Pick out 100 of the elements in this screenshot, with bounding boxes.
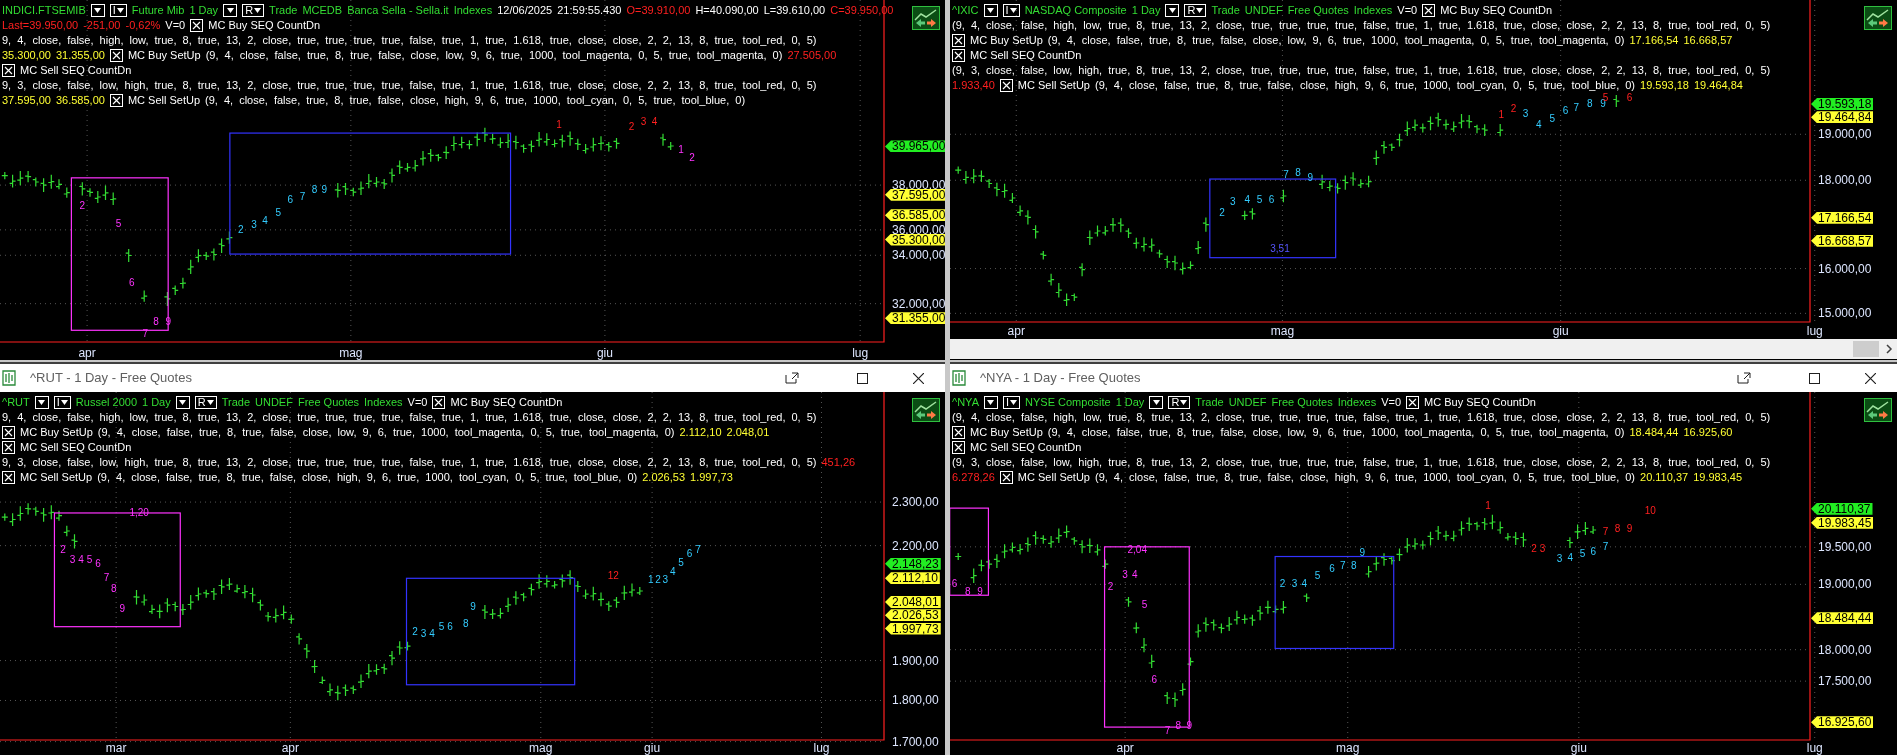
legend-text: (9, 4, close, false, true, 8, true, false, close, high, 9, 6, true, 1000, tool_cyan, 0, 5, true, tool_blue, 0) bbox=[1094, 78, 1636, 93]
count-label: 2 bbox=[655, 574, 661, 585]
legend-text: Free Quotes bbox=[1287, 3, 1349, 18]
legend-text: 19.464,84 bbox=[1693, 78, 1743, 93]
axis-label: 16.000,00 bbox=[1818, 262, 1872, 276]
count-label: 7 bbox=[1573, 102, 1580, 113]
legend-text: H=40.090,00 bbox=[695, 3, 759, 18]
legend-text: 1.997,73 bbox=[690, 470, 733, 485]
count-label: 4 bbox=[262, 216, 268, 227]
legend-text: Banca Sella - Sella.it bbox=[347, 3, 449, 18]
count-label: 9 bbox=[119, 603, 125, 614]
count-label: 3 bbox=[1291, 579, 1298, 590]
axis-label: apr bbox=[78, 347, 96, 360]
menu-button[interactable]: R bbox=[1168, 396, 1191, 409]
legend-text: Free Quotes bbox=[297, 395, 360, 410]
count-label: 8 bbox=[311, 184, 318, 195]
count-label: 9 bbox=[470, 602, 476, 613]
count-label: 3 bbox=[420, 628, 427, 639]
count-label: 5 bbox=[1579, 549, 1586, 560]
axis-label: lug bbox=[852, 347, 869, 360]
axis-label: 1.900,00 bbox=[892, 654, 939, 668]
legend-text: UNDEF bbox=[1228, 395, 1267, 410]
legend-text: 2.112,10 bbox=[679, 425, 722, 440]
axis-label: 1.800,00 bbox=[892, 694, 939, 707]
count-label: 6 bbox=[1590, 546, 1597, 557]
legend-text: MC Buy SetUp bbox=[127, 48, 201, 63]
count-label: 5 bbox=[678, 557, 684, 568]
count-label: 9 bbox=[1186, 720, 1193, 731]
axis-label: giu bbox=[644, 742, 661, 755]
legend-text: NYSE Composite bbox=[1025, 395, 1111, 410]
axis-label: lug bbox=[1806, 325, 1823, 338]
count-label: 4 bbox=[429, 628, 435, 639]
legend-text: 1 Day bbox=[189, 3, 219, 18]
price-tag: 16.925,60 bbox=[1811, 716, 1874, 729]
legend-text: Trade bbox=[269, 3, 298, 18]
window-title: ^RUT - 1 Day - Free Quotes bbox=[30, 369, 192, 388]
count-label: 9 bbox=[1626, 523, 1633, 534]
count-label: 5 bbox=[1256, 194, 1263, 205]
count-label: 6 bbox=[686, 549, 693, 560]
menu-button[interactable]: I bbox=[53, 396, 71, 409]
count-label: 4 bbox=[651, 117, 658, 128]
count-label: 2 bbox=[1510, 103, 1517, 114]
count-label: 2 bbox=[628, 122, 635, 133]
count-label: 8 bbox=[153, 316, 159, 327]
count-label: 1 bbox=[1485, 500, 1491, 511]
legend-text: 16.668,57 bbox=[1683, 33, 1733, 48]
count-label: 8 bbox=[1351, 561, 1357, 572]
legend-text: 19.983,45 bbox=[1693, 470, 1743, 485]
price-tag: 2.048,01 bbox=[885, 595, 941, 608]
legend-text: (9, 4, close, false, true, 8, true, false, close, high, 9, 6, true, 1000, tool_cyan, 0, 5, true, tool_blue, 0) bbox=[1094, 470, 1636, 485]
count-label: 3 bbox=[69, 555, 76, 566]
legend-text: 36.585,00 bbox=[55, 93, 105, 108]
legend-text: Indexes bbox=[364, 395, 403, 410]
legend-text: (9, 4, close, false, true, 8, true, false, close, low, 9, 6, true, 1000, tool_magenta, 0, 5, true, tool_magenta, 0) bbox=[97, 425, 675, 440]
count-label: 8 bbox=[1295, 168, 1301, 178]
menu-button[interactable]: I bbox=[1002, 396, 1021, 409]
count-label: 9 bbox=[977, 586, 983, 597]
price-tag: 2.148,23 bbox=[885, 557, 941, 570]
count-label: 4 bbox=[1536, 119, 1542, 130]
menu-button[interactable]: R bbox=[242, 4, 265, 17]
axis-label: apr bbox=[1116, 742, 1134, 755]
axis-label: 19.000,00 bbox=[1818, 577, 1872, 591]
axis-label: lug bbox=[1806, 742, 1823, 755]
count-label: 7 bbox=[1340, 561, 1346, 572]
axis-label: giu bbox=[1552, 325, 1569, 338]
legend-text: 1 Day bbox=[1131, 3, 1161, 18]
legend-text: INDICI.FTSEMIB bbox=[2, 3, 86, 18]
count-label: 3 bbox=[251, 220, 257, 230]
legend-text: (9, 4, close, false, true, 8, true, false, close, high, 9, 6, true, 1000, tool_cyan, 0, 5, true, tool_blue, 0) bbox=[205, 93, 746, 108]
count-label: 7 bbox=[1283, 170, 1289, 181]
legend-text: 1.933,40 bbox=[952, 78, 995, 93]
legend-text: 9, 3, close, false, low, high, true, 8, true, 13, 2, close, true, true, true, true, false, true, 1, true, 1.618, true, close, close, 2, 2, 13, 8, true, tool_red, 0, 5) bbox=[2, 78, 817, 93]
count-label: 7 bbox=[1602, 541, 1609, 552]
legend-text: Russel 2000 bbox=[75, 395, 137, 410]
count-label: 12 bbox=[607, 570, 619, 581]
price-tag: 36.585,00 bbox=[885, 209, 945, 222]
legend-text: 9, 4, close, false, high, low, true, 8, true, 13, 2, close, true, true, true, true, false, true, 1, true, 1.618, true, close, close, 2, 2, 13, 8, true, tool_red, 0, 5) bbox=[2, 410, 817, 425]
count-label: 6 bbox=[951, 579, 958, 590]
menu-button[interactable]: I bbox=[109, 4, 127, 17]
legend-text: Trade bbox=[221, 395, 251, 410]
legend-text: V=0 bbox=[165, 18, 186, 33]
legend-text: 21:59:55.430 bbox=[557, 3, 622, 18]
price-tag: 35.300,00 bbox=[885, 233, 945, 246]
legend-text: (9, 4, close, false, high, low, true, 8, true, 13, 2, close, true, true, true, true, false, true, 1, true, 1.618, true, close, close, 2, 2, 13, 8, true, tool_red, 0, 5) bbox=[952, 18, 1771, 33]
legend-text: Free Quotes bbox=[1271, 395, 1333, 410]
axis-label: 19.500,00 bbox=[1818, 540, 1872, 554]
legend-text: MC Sell SEQ CountDn bbox=[20, 440, 132, 455]
axis-label: 17.500,00 bbox=[1818, 674, 1872, 688]
legend-text: 9, 3, close, false, low, high, true, 8, true, 13, 2, close, true, true, true, true, false, true, 1, true, 1.618, true, close, close, 2, 2, 13, 8, true, tool_red, 0, 5) bbox=[2, 455, 817, 470]
menu-button[interactable]: R bbox=[1184, 4, 1207, 17]
count-label: 4 bbox=[1301, 579, 1307, 590]
legend-text: MC Sell SetUp bbox=[20, 470, 93, 485]
price-tag: 2.026,53 bbox=[885, 609, 941, 622]
price-tag: 19.464,84 bbox=[1811, 111, 1874, 124]
menu-button[interactable]: R bbox=[194, 396, 217, 409]
menu-button[interactable]: I bbox=[1002, 4, 1020, 17]
count-label: 2 bbox=[79, 200, 86, 211]
count-label: 3 bbox=[640, 117, 647, 128]
count-label: 9 bbox=[165, 316, 171, 327]
legend-text: (9, 4, close, false, high, low, true, 8, true, 13, 2, close, true, true, true, true, false, true, 1, true, 1.618, true, close, close, 2, 2, 13, 8, true, tool_red, 0, 5) bbox=[952, 410, 1771, 425]
